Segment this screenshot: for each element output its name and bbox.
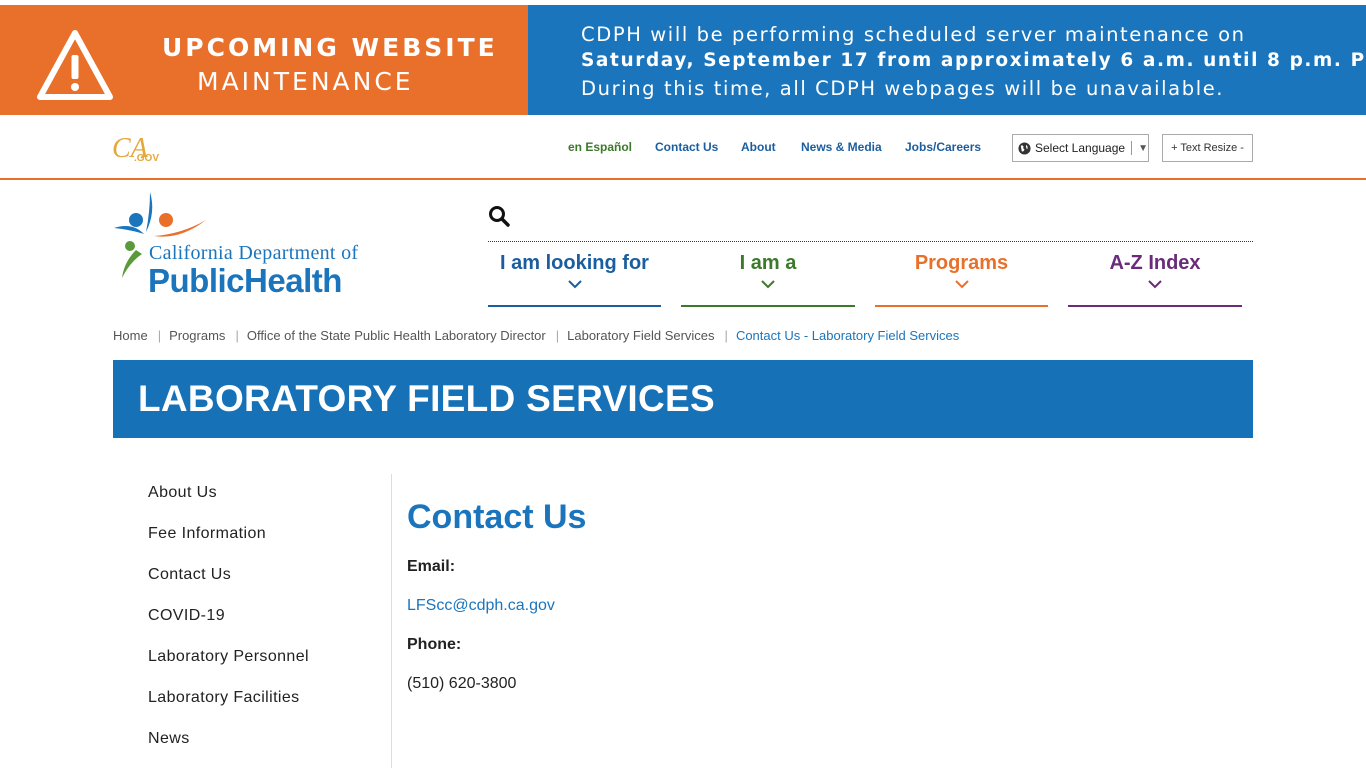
content-heading: Contact Us [407, 498, 587, 536]
divider [1131, 141, 1133, 155]
banner-right-panel: CDPH will be performing scheduled server… [528, 5, 1366, 115]
breadcrumb-ospld[interactable]: Office of the State Public Health Labora… [247, 328, 546, 343]
breadcrumb-lfs[interactable]: Laboratory Field Services [567, 328, 714, 343]
logo-word-health: Health [244, 262, 342, 299]
sidebar-nav: About Us Fee Information Contact Us COVI… [148, 484, 309, 771]
breadcrumb-separator: | [724, 328, 728, 343]
email-link[interactable]: LFScc@cdph.ca.gov [407, 597, 555, 615]
sidebar-divider [391, 474, 392, 768]
breadcrumb-home[interactable]: Home [113, 328, 148, 343]
nav-a-z-index[interactable]: A-Z Index [1068, 252, 1242, 307]
sidebar-item-news[interactable]: News [148, 730, 309, 771]
nav-programs[interactable]: Programs [875, 252, 1048, 307]
svg-text:.GOV: .GOV [134, 153, 159, 164]
breadcrumb-current[interactable]: Contact Us - Laboratory Field Services [736, 328, 959, 343]
sidebar-item-covid-19[interactable]: COVID-19 [148, 607, 309, 648]
language-select-label: Select Language [1035, 141, 1126, 155]
sidebar-item-about-us[interactable]: About Us [148, 484, 309, 525]
main-content: Contact Us [407, 498, 586, 537]
phone-label: Phone: [407, 636, 462, 653]
utility-bar: CA .GOV en Español Contact Us About News… [0, 115, 1366, 180]
email-label: Email: [407, 558, 456, 575]
nav-i-am-a[interactable]: I am a [681, 252, 855, 307]
banner-message-line1: CDPH will be performing scheduled server… [581, 23, 1246, 46]
language-select[interactable]: Select Language ▼ [1012, 134, 1149, 162]
breadcrumb-programs[interactable]: Programs [169, 328, 225, 343]
breadcrumb-separator: | [555, 328, 560, 343]
breadcrumb-separator: | [235, 328, 239, 343]
sidebar-item-laboratory-facilities[interactable]: Laboratory Facilities [148, 689, 309, 730]
nav-label: Programs [914, 252, 1009, 274]
link-contact-us[interactable]: Contact Us [655, 140, 718, 154]
chevron-down-icon [761, 280, 775, 289]
cdph-logo[interactable]: California Department of PublicHealth [110, 190, 390, 300]
banner-message-line2: Saturday, September 17 from approximatel… [581, 50, 1366, 71]
ca-gov-logo[interactable]: CA .GOV [112, 131, 160, 165]
maintenance-banner: UPCOMING WEBSITE MAINTENANCE CDPH will b… [0, 5, 1366, 115]
sidebar-item-laboratory-personnel[interactable]: Laboratory Personnel [148, 648, 309, 689]
warning-icon [37, 30, 113, 100]
text-resize-button[interactable]: + Text Resize - [1162, 134, 1253, 162]
sidebar-item-fee-information[interactable]: Fee Information [148, 525, 309, 566]
breadcrumb: Home | Programs | Office of the State Pu… [113, 328, 959, 343]
banner-message-line3: During this time, all CDPH webpages will… [581, 77, 1225, 100]
nav-i-am-looking-for[interactable]: I am looking for [488, 252, 661, 307]
page-title: LABORATORY FIELD SERVICES [138, 378, 715, 419]
globe-icon [1018, 141, 1031, 155]
search-icon[interactable] [488, 205, 510, 227]
logo-text-line2: PublicHealth [148, 262, 342, 300]
banner-title-line1: UPCOMING WEBSITE [162, 33, 498, 62]
nav-label: A-Z Index [1109, 252, 1201, 274]
chevron-down-icon [567, 280, 582, 289]
link-en-espanol[interactable]: en Español [568, 140, 632, 154]
link-about[interactable]: About [741, 140, 776, 154]
chevron-down-icon [954, 280, 969, 289]
dropdown-arrow-icon: ▼ [1138, 142, 1148, 154]
banner-left-panel: UPCOMING WEBSITE MAINTENANCE [0, 5, 528, 115]
page-title-band: LABORATORY FIELD SERVICES [113, 360, 1253, 438]
nav-label: I am a [739, 252, 797, 274]
link-news-media[interactable]: News & Media [801, 140, 882, 154]
nav-divider [488, 241, 1253, 242]
breadcrumb-separator: | [157, 328, 162, 343]
chevron-down-icon [1148, 280, 1162, 289]
nav-label: I am looking for [500, 252, 649, 274]
banner-title-line2: MAINTENANCE [197, 67, 414, 96]
sidebar-item-contact-us[interactable]: Contact Us [148, 566, 309, 607]
logo-word-public: Public [148, 262, 245, 299]
phone-value: (510) 620-3800 [407, 675, 517, 692]
link-jobs-careers[interactable]: Jobs/Careers [905, 140, 981, 154]
